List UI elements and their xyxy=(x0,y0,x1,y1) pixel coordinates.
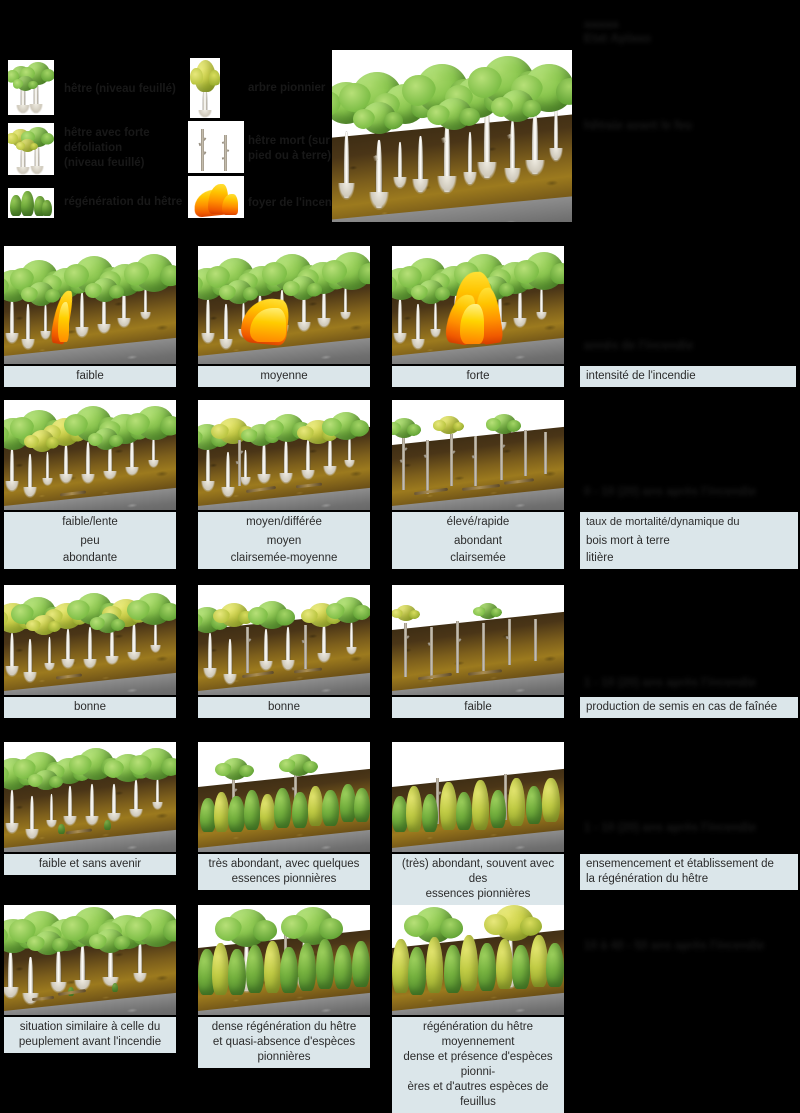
caption-fire-faible: faible xyxy=(4,366,176,387)
caption-mortality-medium-2: clairsemée-moyenne xyxy=(198,548,370,569)
legend-icon-pioneer-tree-icon xyxy=(190,58,220,118)
caption-mortality-high-0: élevé/rapide xyxy=(392,512,564,533)
panel-longterm-mixed xyxy=(392,905,564,1015)
legend-icon-flame-icon xyxy=(188,176,244,218)
caption-mortality-medium-0: moyen/différée xyxy=(198,512,370,533)
panel-seed-bonne-1 xyxy=(4,585,176,695)
top-heading-subtitle: Etat Aplaas xyxy=(584,31,652,45)
caption-establishment-high: très abondant, avec quelques essences pi… xyxy=(198,854,370,890)
legend-icon-beech-tree-green-icon xyxy=(8,60,54,115)
figure-canvas: aaaaa Etat Aplaas hêtre (niveau feuillé)… xyxy=(0,0,800,1113)
top-heading: aaaaa xyxy=(584,17,619,31)
caption-mortality-low-2: abondante xyxy=(4,548,176,569)
panel-longterm-dense xyxy=(198,905,370,1015)
legend-label-1: hêtre avec forte défoliation (niveau feu… xyxy=(64,127,150,169)
panel-mortality-high xyxy=(392,400,564,510)
panel-fire-forte xyxy=(392,246,564,364)
legend-icon-dead-tree-icon xyxy=(188,121,244,173)
row-heading-mortality: 0 - 10 (20) ans après l'incendie xyxy=(584,486,757,498)
legend-icon-regeneration-shrub-icon xyxy=(8,188,54,218)
panel-fire-faible xyxy=(4,246,176,364)
caption-longterm-similar: situation similaire à celle du peuplemen… xyxy=(4,1017,176,1053)
row-heading-seed-production: 1 - 10 (20) ans après l'incendie xyxy=(584,677,757,689)
row-heading-longterm: 10 à 40 - 50 ans après l'incendie xyxy=(584,940,765,952)
caption-fire-forte: forte xyxy=(392,366,564,387)
right-caption-establishment: ensemencement et établissement de la rég… xyxy=(580,854,798,890)
panel-mortality-low xyxy=(4,400,176,510)
panel-establishment-pioneer xyxy=(392,742,564,852)
caption-mortality-low-0: faible/lente xyxy=(4,512,176,533)
right-caption-fire-intensity: intensité de l'incendie xyxy=(580,366,796,387)
caption-establishment-low: faible et sans avenir xyxy=(4,854,176,875)
row-heading-establishment: 1 - 10 (20) ans après l'incendie xyxy=(584,822,757,834)
panel-mortality-medium xyxy=(198,400,370,510)
row-heading-fire-intensity: annés de l'incendie xyxy=(584,340,694,352)
caption-fire-moyenne: moyenne xyxy=(198,366,370,387)
caption-seed-bonne-1: bonne xyxy=(4,697,176,718)
right-caption-seed-production: production de semis en cas de faînée xyxy=(580,697,798,718)
right-caption-mortality-2: litière xyxy=(580,548,798,569)
caption-seed-faible: faible xyxy=(392,697,564,718)
caption-longterm-mixed: régénération du hêtre moyennement dense … xyxy=(392,1017,564,1113)
caption-seed-bonne-2: bonne xyxy=(198,697,370,718)
legend-label-2: régénération du hêtre xyxy=(64,196,183,208)
panel-seed-bonne-2 xyxy=(198,585,370,695)
panel-longterm-similar xyxy=(4,905,176,1015)
panel-initial-stand xyxy=(332,50,572,222)
caption-longterm-dense: dense régénération du hêtre et quasi-abs… xyxy=(198,1017,370,1068)
caption-establishment-pioneer: (très) abondant, souvent avec des essenc… xyxy=(392,854,564,905)
legend-icon-beech-tree-stressed-icon xyxy=(8,123,54,175)
caption-mortality-high-2: clairsemée xyxy=(392,548,564,569)
panel-establishment-high xyxy=(198,742,370,852)
panel-fire-moyenne xyxy=(198,246,370,364)
legend-label-0: hêtre (niveau feuillé) xyxy=(64,83,176,95)
panel-seed-faible xyxy=(392,585,564,695)
row-heading-initial: hêtraie avant le feu xyxy=(584,120,693,132)
panel-establishment-low xyxy=(4,742,176,852)
